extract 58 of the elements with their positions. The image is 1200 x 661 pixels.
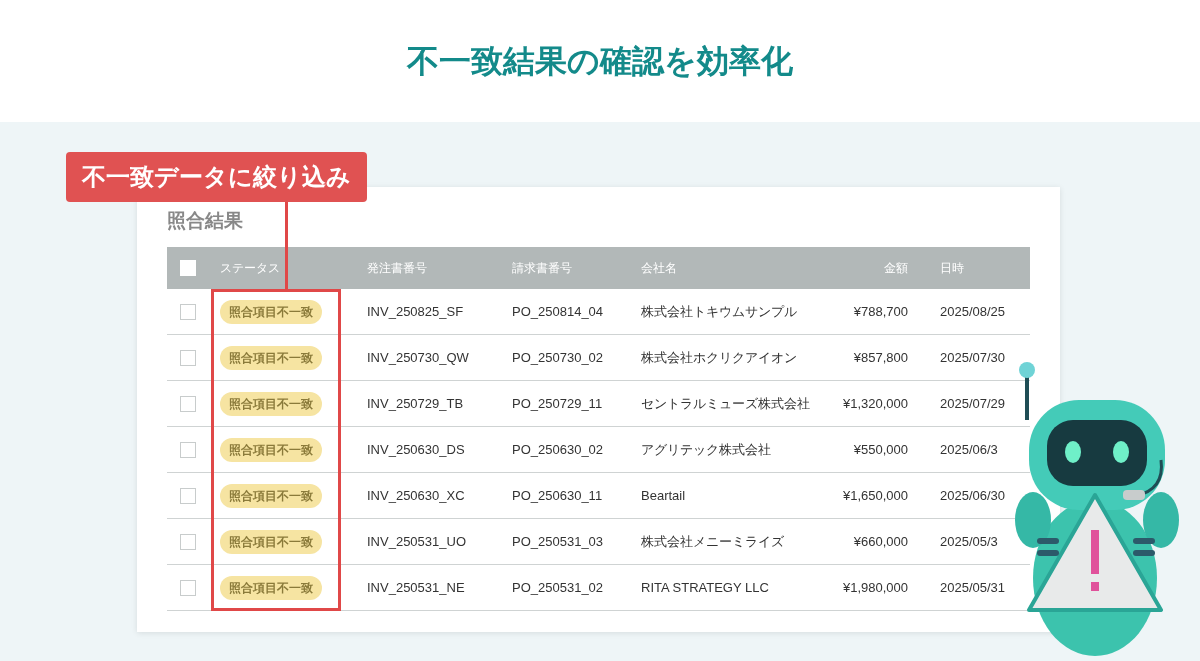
table-cell-text: INV_250630_XC — [366, 486, 466, 505]
table-cell-text: INV_250729_TB — [366, 394, 465, 413]
table-cell-text: PO_250630_02 — [511, 440, 605, 459]
status-badge: 照合項目不一致 — [220, 483, 322, 508]
table-cell-text: PO_250531_03 — [511, 532, 605, 551]
table-cell-text: ¥1,650,000 — [842, 486, 908, 505]
table-cell-text: 2025/06/3 — [939, 440, 999, 459]
status-badge: 照合項目不一致 — [220, 345, 322, 370]
status-badge: 照合項目不一致 — [220, 529, 322, 554]
table-cell-text: PO_250729_11 — [511, 394, 604, 413]
status-badge: 照合項目不一致 — [220, 575, 322, 600]
table-cell-text: アグリテック株式会社 — [640, 440, 772, 459]
status-badge: 照合項目不一致 — [220, 391, 322, 416]
panel-title: 照合結果 — [167, 208, 243, 233]
table-cell-text: INV_250630_DS — [366, 440, 466, 459]
table-cell-text: ¥857,800 — [853, 348, 908, 367]
table-cell-text: ¥1,980,000 — [842, 578, 908, 597]
table-cell-text: PO_250630_11 — [511, 486, 604, 505]
table-cell-text: INV_250531_NE — [366, 578, 466, 597]
checkbox[interactable] — [180, 441, 196, 458]
column-header: 請求書番号 — [511, 260, 573, 277]
headline: 不一致結果の確認を効率化 — [407, 42, 793, 81]
table-cell-text: 2025/05/3 — [939, 532, 999, 551]
table-cell-text: INV_250730_QW — [366, 348, 470, 367]
table-cell-text: 株式会社ホクリクアイオン — [640, 348, 798, 367]
table-cell-text: 株式会社メニーミライズ — [640, 532, 785, 551]
table-cell-text: ¥1,320,000 — [842, 394, 908, 413]
checkbox[interactable] — [180, 579, 196, 596]
table-cell-text: セントラルミューズ株式会社 — [640, 394, 811, 413]
table-cell-text: PO_250730_02 — [511, 348, 605, 367]
column-header: 会社名 — [640, 260, 678, 277]
table-cell-text: Beartail — [640, 486, 687, 505]
checkbox[interactable] — [180, 487, 196, 504]
table-cell-text: PO_250814_04 — [511, 302, 605, 321]
table-cell-text: ¥788,700 — [853, 302, 908, 321]
table-cell-text: PO_250531_02 — [511, 578, 605, 597]
checkbox[interactable] — [180, 349, 196, 366]
checkbox[interactable] — [180, 533, 196, 550]
table-cell-text: 株式会社トキウムサンプル — [640, 302, 798, 321]
table-cell-text: 2025/07/29 — [939, 394, 1007, 413]
table-cell-text: RITA STRATEGY LLC — [640, 578, 770, 597]
callout-label: 不一致データに絞り込み — [66, 152, 367, 202]
table-cell-text: ¥550,000 — [853, 440, 908, 459]
column-header: 日時 — [939, 260, 965, 277]
column-header: ステータス — [219, 260, 281, 277]
table-cell-text: 2025/07/30 — [939, 348, 1007, 367]
table-cell-text: 2025/05/31 — [939, 578, 1007, 597]
checkbox[interactable] — [180, 395, 196, 412]
status-badge: 照合項目不一致 — [220, 437, 322, 462]
column-header: 発注書番号 — [366, 260, 428, 277]
status-badge: 照合項目不一致 — [220, 299, 322, 324]
column-header: 金額 — [884, 260, 908, 277]
table-cell-text: 2025/08/25 — [939, 302, 1007, 321]
table-cell-text: 2025/06/30 — [939, 486, 1007, 505]
table-cell-text: INV_250825_SF — [366, 302, 465, 321]
table-cell-text: INV_250531_UO — [366, 532, 467, 551]
checkbox[interactable] — [180, 303, 196, 320]
table-cell-text: ¥660,000 — [853, 532, 908, 551]
